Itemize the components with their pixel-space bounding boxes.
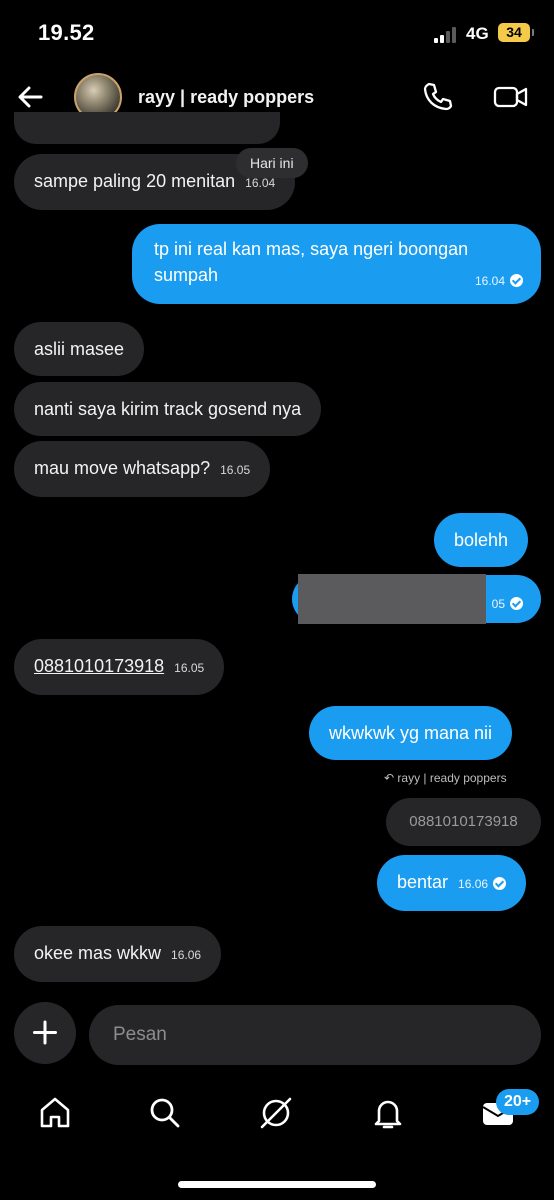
message-bubble-partial: [14, 112, 280, 144]
message-text: bentar: [397, 872, 449, 892]
message-text: bolehh: [454, 530, 509, 550]
message-bubble[interactable]: bentar 16.06: [377, 855, 527, 911]
reply-arrow-icon: ↶: [384, 771, 395, 785]
message-time: 05: [491, 597, 505, 611]
message-text: tp ini real kan mas, saya ngeri boongan …: [154, 239, 469, 285]
message-bubble[interactable]: mau move whatsapp? 16.05: [14, 441, 271, 497]
reply-author: rayy | ready poppers: [397, 771, 507, 785]
battery-icon: 34: [498, 23, 534, 42]
message-text: okee mas wkkw: [34, 943, 162, 963]
reply-label: ↶ rayy | ready poppers: [384, 771, 507, 785]
back-arrow-icon[interactable]: [14, 80, 48, 114]
status-time: 19.52: [38, 20, 95, 45]
message-text: wkwkwk yg mana nii: [329, 723, 493, 743]
message-text: mau move whatsapp?: [34, 458, 211, 478]
message-time: 16.05: [174, 661, 205, 675]
message-bubble[interactable]: wkwkwk yg mana nii: [309, 706, 513, 760]
message-text: aslii masee: [34, 339, 125, 359]
search-icon[interactable]: [147, 1095, 183, 1131]
message-meta: 16.04: [475, 268, 523, 294]
message-time: 16.04: [245, 176, 276, 190]
notification-badge: 20+: [496, 1089, 540, 1115]
threads-icon[interactable]: [258, 1095, 294, 1131]
phone-number-link[interactable]: 0881010173918: [34, 656, 164, 676]
read-check-icon: [493, 877, 507, 890]
message-time: 16.04: [474, 274, 505, 288]
message-time: 16.05: [220, 463, 251, 477]
home-icon[interactable]: [37, 1095, 73, 1131]
redaction-block: [298, 574, 486, 624]
message-bubble[interactable]: tp ini real kan mas, saya ngeri boongan …: [132, 224, 541, 304]
reply-quote[interactable]: 0881010173918: [386, 798, 541, 846]
message-bubble[interactable]: bolehh: [434, 513, 529, 567]
message-bubble[interactable]: nanti saya kirim track gosend nya: [14, 382, 322, 436]
contact-name[interactable]: rayy | ready poppers: [138, 87, 314, 108]
message-bubble[interactable]: okee mas wkkw 16.06: [14, 926, 222, 982]
date-separator: Hari ini: [236, 148, 308, 178]
message-text: sampe paling 20 menitan: [34, 171, 236, 191]
message-bubble[interactable]: 0881010173918 16.05: [14, 639, 225, 695]
network-type: 4G: [466, 24, 489, 43]
add-attachment-button[interactable]: [14, 1002, 76, 1064]
message-text: nanti saya kirim track gosend nya: [34, 399, 302, 419]
video-call-icon[interactable]: [492, 80, 530, 114]
home-indicator: [178, 1181, 376, 1188]
phone-icon[interactable]: [420, 80, 454, 114]
read-check-icon: [510, 597, 523, 610]
message-meta: 05: [492, 591, 523, 617]
signal-icon: [434, 27, 460, 43]
message-input[interactable]: [89, 1005, 541, 1065]
bell-icon[interactable]: [370, 1095, 406, 1131]
message-time: 16.06: [458, 877, 489, 891]
message-time: 16.06: [171, 948, 202, 962]
message-bubble[interactable]: aslii masee: [14, 322, 145, 376]
read-check-icon: [510, 274, 523, 287]
status-bar: 19.52 4G 34: [0, 0, 554, 66]
